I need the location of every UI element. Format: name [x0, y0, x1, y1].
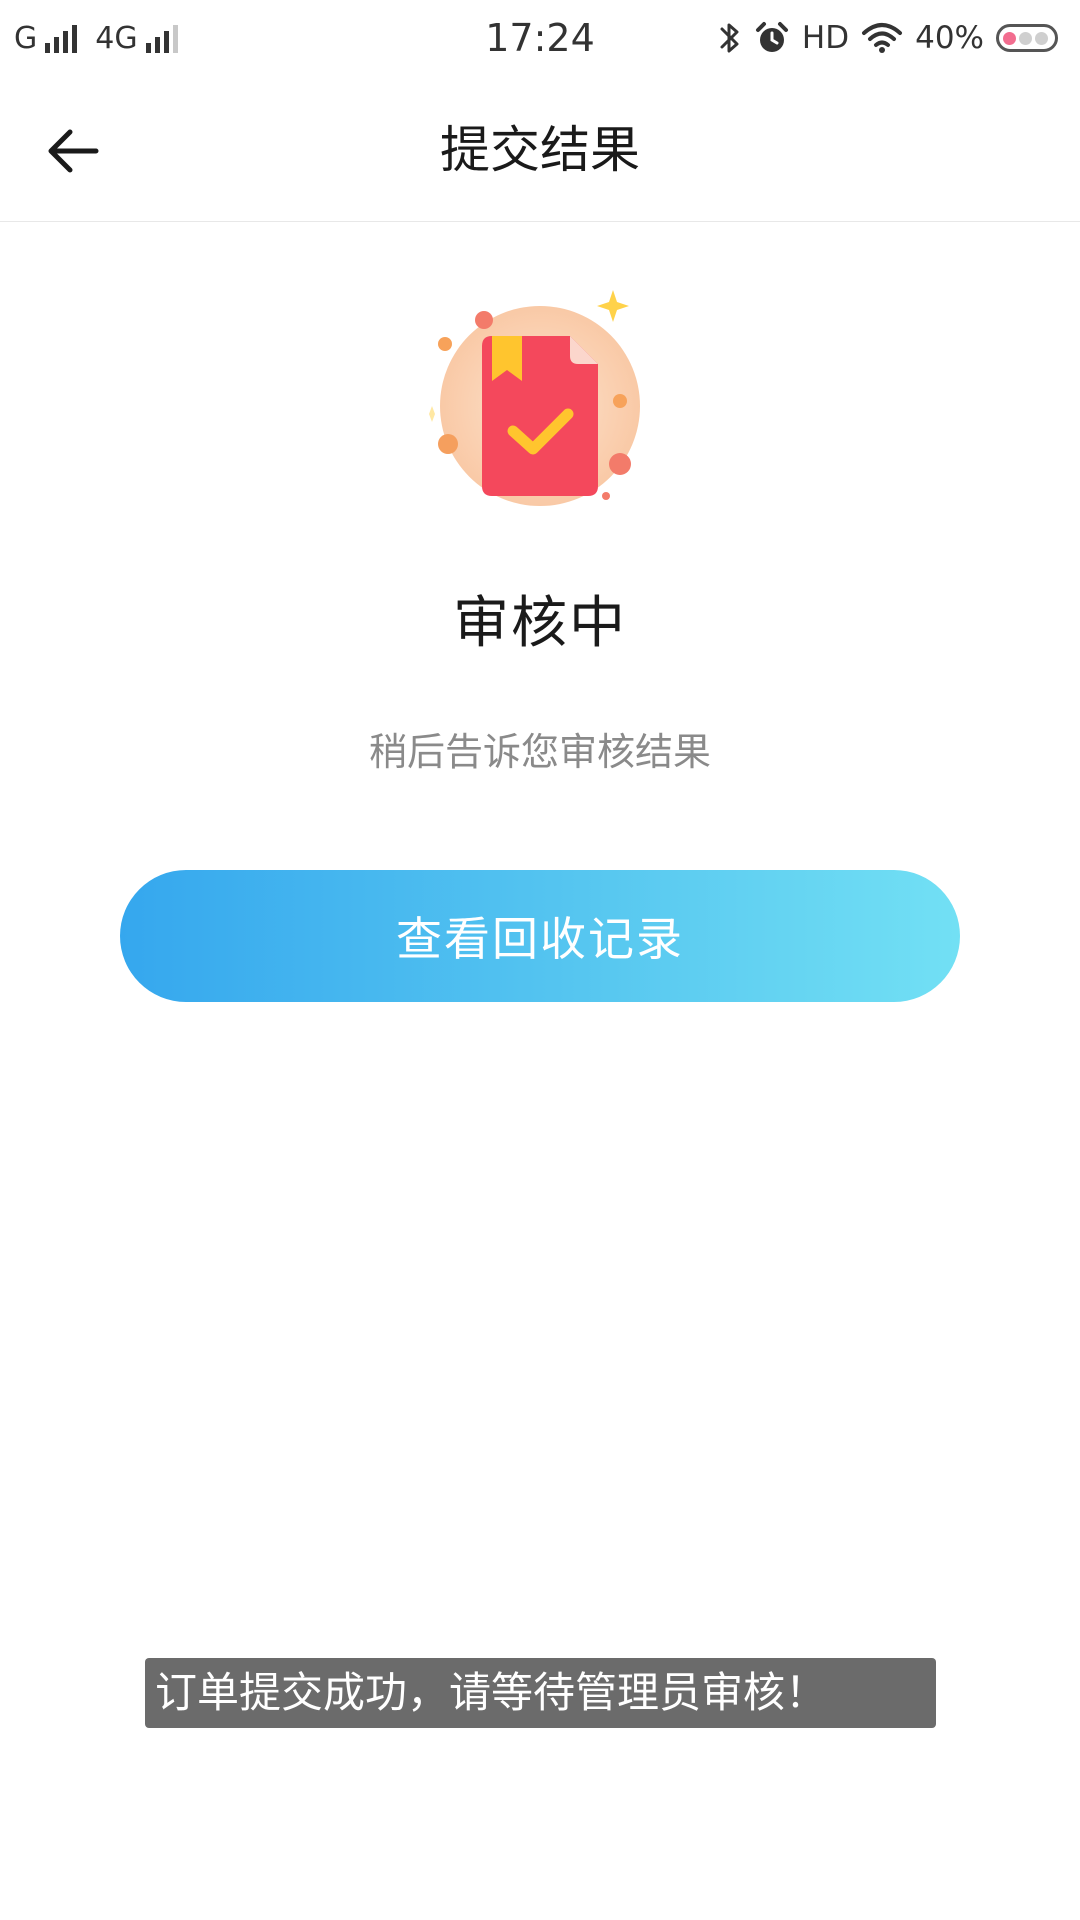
bluetooth-icon — [720, 23, 739, 53]
review-status-title: 审核中 — [453, 591, 627, 656]
battery-icon — [996, 24, 1058, 52]
document-check-icon — [429, 290, 640, 506]
alarm-icon — [755, 22, 788, 52]
view-records-button[interactable]: 查看回收记录 — [120, 870, 960, 1002]
system-icons: HD 40% — [718, 14, 1058, 62]
page-title: 提交结果 — [440, 121, 640, 179]
review-status-subtitle: 稍后告诉您审核结果 — [368, 730, 711, 774]
nav-bar: 提交结果 — [0, 76, 1080, 222]
status-bar: G 4G 17:24 HD 40% — [0, 0, 1080, 76]
battery-percent: 40% — [915, 20, 984, 56]
wifi-icon — [862, 23, 903, 53]
hd-label: HD — [801, 20, 850, 56]
toast-message: 订单提交成功，请等待管理员审核！ — [145, 1658, 936, 1728]
